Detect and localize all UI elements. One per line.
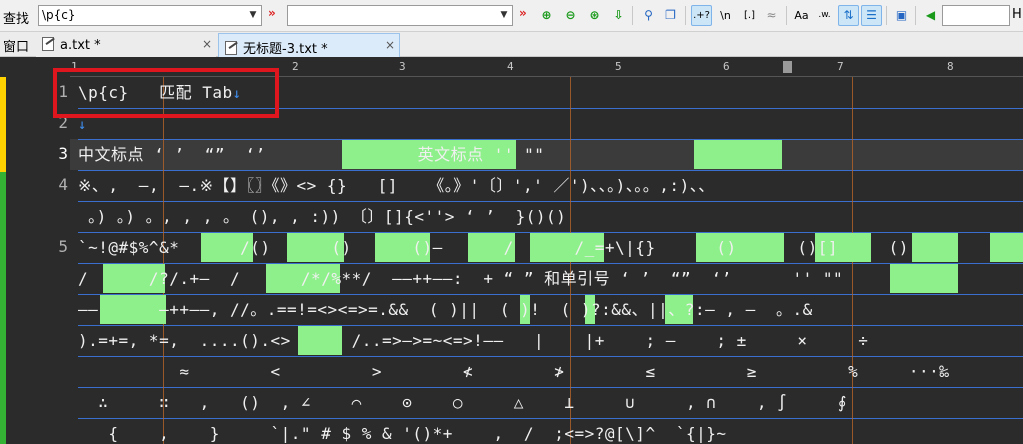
chevron-down-icon[interactable]: ▼	[245, 6, 261, 25]
highlight-annotation-box	[53, 68, 279, 118]
modified-marker	[0, 77, 6, 172]
find-all-icon[interactable]: ⊛	[584, 5, 605, 26]
editor-line-4[interactable]: ※、, —, —.※【】〖〗《》<> {} [] 《。》'〔〕',' ／')、、…	[78, 170, 715, 201]
line-number: 5	[58, 237, 68, 256]
search-toolbar: 查找 \p{c} ▼ » ▼ » ⊕ ⊖ ⊛ ⇩ ⚲ ❐ .+? \n [.] …	[0, 0, 1023, 32]
find-prev-icon[interactable]: ⊖	[560, 5, 581, 26]
editor-line-5-wrap-4[interactable]: ≈ < > ≮ ≯ ≤ ≥ % ···‰	[78, 356, 949, 387]
ruler-caret-marker	[783, 61, 792, 73]
regex-toggle[interactable]: .+?	[691, 5, 712, 26]
tab-char-highlight	[912, 233, 958, 262]
editor-line-5-wrap-1[interactable]: / /?/.+— / /*/%**/ ——++——: + “ ” 和单引号 ‘ …	[78, 263, 843, 294]
up-down-icon[interactable]: ⇅	[838, 5, 859, 26]
arrow-left-icon[interactable]: ◀	[920, 5, 941, 26]
ruler-label: 8	[947, 60, 954, 73]
tab-char-highlight	[694, 140, 782, 169]
ruler-label: 2	[292, 60, 299, 73]
ruler-label: 6	[723, 60, 730, 73]
editor-line-5-wrap-3[interactable]: ).=+=, *=, ....().<> /..=>—>=~<=>!—— | |…	[78, 325, 868, 356]
line-number: 3	[58, 144, 68, 163]
whole-word-toggle[interactable]: .w.	[814, 5, 835, 26]
tab-bar: 窗口 a.txt * × 无标题-3.txt * ×	[0, 32, 1023, 57]
line-text: ※、, —, —.※【】〖〗《》<> {} [] 《。》'〔〕',' ／')、、…	[78, 176, 715, 195]
approx-toggle[interactable]: ≈	[761, 5, 782, 26]
close-icon[interactable]: ×	[202, 37, 212, 51]
search-label: 查找	[3, 12, 30, 27]
line-text: / /?/.+— / /*/%**/ ——++——: + “ ” 和单引号 ‘ …	[78, 269, 844, 288]
chevron-down-icon[interactable]: ▼	[496, 6, 512, 25]
replace-input[interactable]: ▼	[287, 5, 513, 26]
replace-history-arrow[interactable]: »	[519, 6, 527, 20]
ruler-label: 5	[615, 60, 622, 73]
line-text: ≈ < > ≮ ≯ ≤ ≥ % ···‰	[78, 362, 950, 381]
newline-toggle[interactable]: \n	[715, 5, 736, 26]
h-label: H	[1012, 7, 1022, 22]
text-area[interactable]: \p{c} 匹配 Tab↓ ↓ 中文标点 ‘ ’ “” ‘’ 英文标点 '' "…	[70, 77, 1023, 444]
line-text: —— —++——, //。.==!=<><=>=.&& ( )|| ( )! (…	[78, 300, 813, 319]
find-input[interactable]: \p{c} ▼	[38, 5, 262, 26]
tab-char-highlight	[990, 233, 1023, 262]
line-number: 4	[58, 175, 68, 194]
tab-label: a.txt *	[60, 38, 101, 53]
line-text: ).=+=, *=, ....().<> /..=>—>=~<=>!—— | |…	[78, 331, 869, 350]
ruler-label: 4	[507, 60, 514, 73]
tab-untitled-3[interactable]: 无标题-3.txt * ×	[218, 33, 400, 57]
editor-line-5-wrap-5[interactable]: ∴ ∷ , () , ∠ ⌒ ⊙ ○ △ ⊥ ∪ , ∩ , ∫ ∮	[78, 387, 847, 418]
line-break-icon: ↓	[78, 117, 87, 133]
find-history-arrow[interactable]: »	[268, 6, 276, 20]
replace-extra-input[interactable]	[942, 5, 1010, 26]
tab-label: 无标题-3.txt *	[243, 42, 328, 57]
editor-line-5-wrap-6[interactable]: { , } `|." # $ % & '()*+ , / ;<=>?@[\]^ …	[78, 418, 727, 444]
list-icon[interactable]: ☰	[861, 5, 882, 26]
ruler-label: 7	[837, 60, 844, 73]
copy-icon[interactable]: ❐	[660, 5, 681, 26]
window-label: 窗口	[3, 40, 30, 55]
document-icon	[225, 41, 237, 55]
wordchar-toggle[interactable]: [.]	[739, 5, 760, 26]
line-text: 。) 。) 。, , , 。 (), , :)) 〔〕[]{<''> ‘ ’ }…	[78, 207, 567, 226]
editor-line-5[interactable]: `~!@#$%^&* /() () ()— / /_=+\|{} () ()[]…	[78, 232, 909, 263]
magnifier-icon[interactable]: ⚲	[638, 5, 659, 26]
editor-line-5-wrap-2[interactable]: —— —++——, //。.==!=<><=>=.&& ( )|| ( )! (…	[78, 294, 813, 325]
ruler-label: 3	[399, 60, 406, 73]
tab-char-highlight	[890, 264, 958, 293]
saved-marker	[0, 172, 6, 444]
close-icon[interactable]: ×	[385, 38, 395, 52]
editor-line-4-wrap[interactable]: 。) 。) 。, , , 。 (), , :)) 〔〕[]{<''> ‘ ’ }…	[78, 201, 566, 232]
document-icon	[42, 37, 54, 51]
tab-a-txt[interactable]: a.txt * ×	[36, 33, 216, 57]
replace-icon[interactable]: ⇩	[608, 5, 629, 26]
case-toggle[interactable]: Aa	[791, 5, 812, 26]
window-icon[interactable]: ▣	[891, 5, 912, 26]
line-text: `~!@#$%^&* /() () ()— / /_=+\|{} () ()[]…	[78, 238, 909, 257]
find-next-icon[interactable]: ⊕	[536, 5, 557, 26]
line-text: ∴ ∷ , () , ∠ ⌒ ⊙ ○ △ ⊥ ∪ , ∩ , ∫ ∮	[78, 393, 847, 412]
line-text: { , } `|." # $ % & '()*+ , / ;<=>?@[\]^ …	[78, 424, 727, 443]
editor-line-3[interactable]: 中文标点 ‘ ’ “” ‘’ 英文标点 '' ""	[78, 139, 544, 170]
find-input-value: \p{c}	[42, 8, 76, 22]
line-text: 中文标点 ‘ ’ “” ‘’ 英文标点 '' ""	[78, 145, 545, 164]
